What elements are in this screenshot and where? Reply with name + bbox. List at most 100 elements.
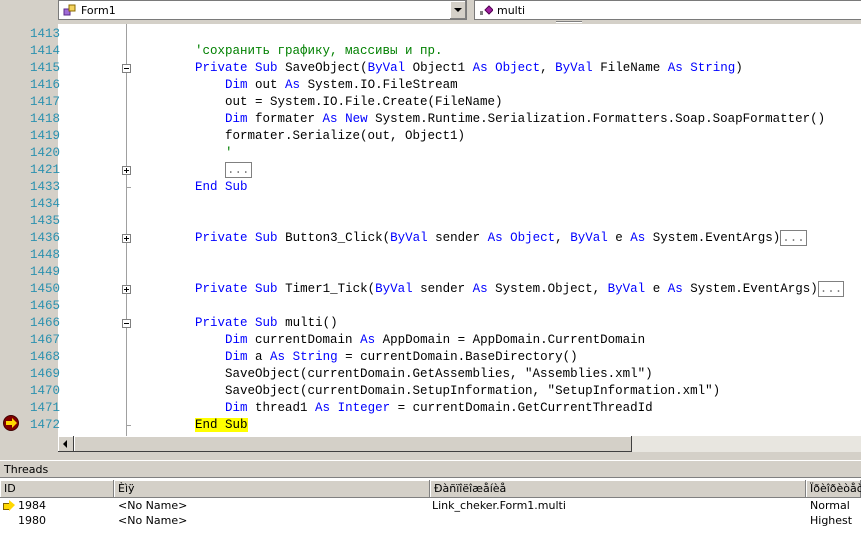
thread-name: <No Name> <box>118 514 188 527</box>
navbar-gutter <box>0 0 54 24</box>
keyword-token: As <box>270 350 286 364</box>
line-number: 1450 <box>29 282 60 296</box>
table-row[interactable]: 1984 <No Name> Link_cheker.Form1.multi N… <box>0 498 861 513</box>
code-text: Dim a As String = currentDomain.BaseDire… <box>165 349 578 366</box>
line-number: 1433 <box>29 180 60 194</box>
code-token: System.IO.FileStream <box>300 78 458 92</box>
code-line[interactable]: 1418 Dim formater As New System.Runtime.… <box>30 111 861 128</box>
code-line[interactable]: 1449 <box>30 264 861 281</box>
code-line[interactable]: 1468 Dim a As String = currentDomain.Bas… <box>30 349 861 366</box>
code-line[interactable]: 1450 Private Sub Timer1_Tick(ByVal sende… <box>30 281 861 298</box>
code-token: Object1 <box>405 61 473 75</box>
method-name-text: multi <box>497 4 526 17</box>
breakpoint-current-statement-icon[interactable] <box>3 415 19 431</box>
column-header-name[interactable]: Èìÿ <box>114 480 430 498</box>
keyword-token: Private <box>195 282 248 296</box>
expand-region-icon[interactable] <box>122 234 131 243</box>
thread-name: <No Name> <box>118 499 188 512</box>
collapse-region-icon[interactable] <box>122 319 131 328</box>
code-token: thread1 <box>247 401 316 415</box>
splitter-handle[interactable] <box>556 21 582 23</box>
code-line[interactable]: 1465 <box>30 298 861 315</box>
class-icon <box>63 4 76 16</box>
code-line[interactable]: 1414 'сохранить графику, массивы и пр. <box>30 43 861 60</box>
horizontal-scrollbar[interactable] <box>58 436 861 452</box>
thread-priority: Normal <box>810 499 850 512</box>
collapsed-region-marker[interactable]: ... <box>225 162 252 178</box>
column-header-id[interactable]: ID <box>0 480 114 498</box>
column-header-location[interactable]: Ðàñïîëîæåíèå <box>430 480 806 498</box>
code-line[interactable]: 1435 <box>30 213 861 230</box>
current-statement-highlight: End Sub <box>195 418 248 432</box>
class-name-combo[interactable]: Form1 <box>58 0 467 20</box>
keyword-token: ByVal <box>570 231 608 245</box>
line-number: 1435 <box>29 214 60 228</box>
class-combo-dropdown-button[interactable] <box>449 1 466 19</box>
code-editor[interactable]: 1413 1414 'сохранить графику, массивы и п… <box>0 24 861 436</box>
code-text: Private Sub SaveObject(ByVal Object1 As … <box>165 60 743 77</box>
code-text: Dim out As System.IO.FileStream <box>165 77 458 94</box>
code-line[interactable]: 1413 <box>30 26 861 43</box>
code-line[interactable]: 1466 Private Sub multi() <box>30 315 861 332</box>
collapsed-region-marker[interactable]: ... <box>780 230 807 246</box>
comment-token: 'сохранить графику, массивы и пр. <box>195 44 443 58</box>
code-line[interactable]: 1417 out = System.IO.File.Create(FileNam… <box>30 94 861 111</box>
method-name-combo[interactable]: multi <box>474 0 861 20</box>
region-end-tick <box>126 187 131 188</box>
code-line[interactable]: 1415 Private Sub SaveObject(ByVal Object… <box>30 60 861 77</box>
collapsed-region-marker[interactable]: ... <box>817 281 845 297</box>
scroll-left-arrow-icon[interactable] <box>58 436 74 452</box>
code-line[interactable]: 1448 <box>30 247 861 264</box>
code-line[interactable]: 1421 ... <box>30 162 861 179</box>
threads-title-bar: Threads <box>0 460 861 478</box>
code-token: SaveObject(currentDomain.SetupInformatio… <box>165 384 721 398</box>
code-token: , <box>540 61 556 75</box>
table-row[interactable]: 1980 <No Name> Highest <box>0 513 861 528</box>
expand-region-icon[interactable] <box>122 285 131 294</box>
code-text: SaveObject(currentDomain.SetupInformatio… <box>165 383 720 400</box>
code-line[interactable]: 1471 Dim thread1 As Integer = currentDom… <box>30 400 861 417</box>
line-number: 1470 <box>29 384 60 398</box>
keyword-token: ByVal <box>390 231 428 245</box>
keyword-token: As <box>487 231 503 245</box>
keyword-token: As <box>630 231 646 245</box>
keyword-token: ByVal <box>375 282 413 296</box>
keyword-token: Sub <box>255 231 278 245</box>
threads-title: Threads <box>4 463 49 476</box>
code-line[interactable]: 1416 Dim out As System.IO.FileStream <box>30 77 861 94</box>
code-text: ' <box>165 145 233 162</box>
column-header-priority[interactable]: Ïðèîðèòåò <box>806 480 861 498</box>
code-line[interactable]: 1420 ' <box>30 145 861 162</box>
expand-region-icon[interactable] <box>122 166 131 175</box>
code-line[interactable]: 1469 SaveObject(currentDomain.GetAssembl… <box>30 366 861 383</box>
keyword-token: String <box>690 61 736 75</box>
code-token: FileName <box>592 61 668 75</box>
code-line[interactable]: 1467 Dim currentDomain As AppDomain = Ap… <box>30 332 861 349</box>
collapse-region-icon[interactable] <box>122 64 131 73</box>
code-line[interactable]: 1436 Private Sub Button3_Click(ByVal sen… <box>30 230 861 247</box>
class-name-text: Form1 <box>81 4 116 17</box>
code-line[interactable]: 1472 End Sub <box>30 417 861 434</box>
scrollbar-thumb[interactable] <box>74 436 632 452</box>
line-number: 1419 <box>29 129 60 143</box>
code-line[interactable]: 1433 End Sub <box>30 179 861 196</box>
code-token: e <box>607 231 631 245</box>
code-line[interactable]: 1419 formater.Serialize(out, Object1) <box>30 128 861 145</box>
line-number: 1415 <box>29 61 60 75</box>
keyword-token: As <box>472 61 488 75</box>
code-line[interactable]: 1470 SaveObject(currentDomain.SetupInfor… <box>30 383 861 400</box>
code-line[interactable]: 1434 <box>30 196 861 213</box>
code-text: Dim thread1 As Integer = currentDomain.G… <box>165 400 653 417</box>
code-lines[interactable]: 1413 1414 'сохранить графику, массивы и п… <box>30 24 861 436</box>
keyword-token: ByVal <box>367 61 406 75</box>
code-token: e <box>645 282 668 296</box>
line-number: 1418 <box>29 112 60 126</box>
